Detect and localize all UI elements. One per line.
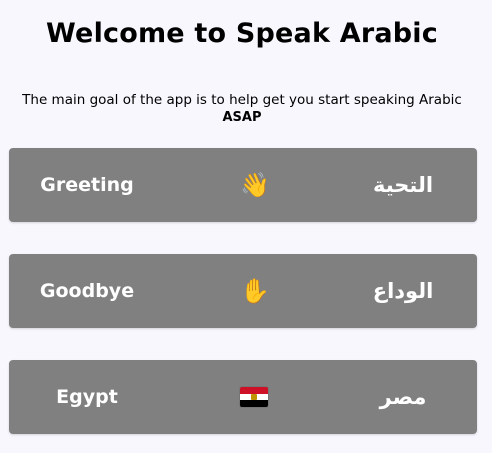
raised-hand-icon: ✋	[240, 277, 270, 305]
intro-emphasis: ASAP	[222, 110, 262, 125]
card-arabic-label: التحية	[372, 173, 434, 197]
page-title: Welcome to Speak Arabic	[46, 18, 438, 49]
card-english-label: Goodbye	[39, 280, 135, 302]
card-english-label: Egypt	[56, 386, 118, 408]
egypt-flag-icon	[240, 387, 268, 407]
card-english-label: Greeting	[40, 174, 134, 196]
goodbye-card[interactable]: Goodbye ✋ الوداع	[9, 254, 477, 328]
intro-line: The main goal of the app is to help get …	[22, 92, 462, 108]
card-arabic-label: مصر	[379, 385, 427, 409]
egypt-card[interactable]: Egypt مصر	[9, 360, 477, 434]
greeting-card[interactable]: Greeting 👋 التحية	[9, 148, 477, 222]
card-arabic-label: الوداع	[372, 279, 434, 303]
waving-hand-icon: 👋	[240, 171, 270, 199]
intro-text: The main goal of the app is to help get …	[0, 91, 484, 127]
